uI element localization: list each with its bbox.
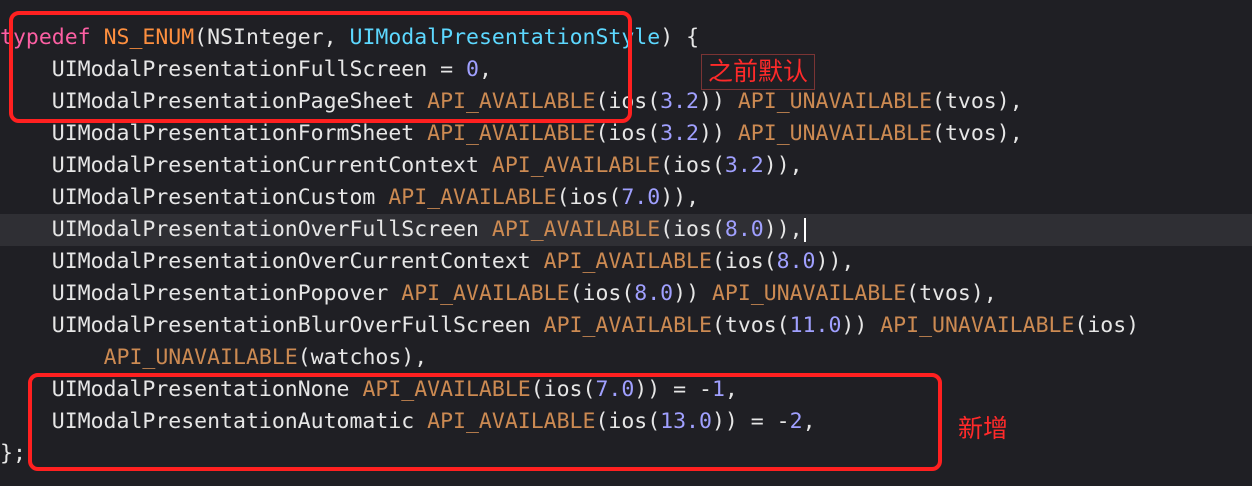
code-token-plain: UIModalPresentationOverFullScreen xyxy=(0,217,492,242)
code-token-plain: )) xyxy=(699,121,738,146)
code-token-plain: )), xyxy=(660,185,700,210)
code-token-plain: (tvos), xyxy=(932,121,1023,146)
code-token-num: 3.2 xyxy=(660,89,700,114)
code-token-plain: )) xyxy=(673,281,712,306)
code-token-num: 11.0 xyxy=(789,313,842,338)
code-token-plain: (tvos), xyxy=(932,89,1023,114)
code-token-avail: API_AVAILABLE xyxy=(491,153,661,178)
code-token-num: 8.0 xyxy=(724,217,764,242)
code-line[interactable]: UIModalPresentationOverCurrentContext AP… xyxy=(0,246,1252,278)
code-token-num: 3.2 xyxy=(660,121,700,146)
code-token-plain: (ios) xyxy=(1074,313,1140,338)
code-token-avail: API_AVAILABLE xyxy=(543,249,712,274)
code-token-plain: (ios( xyxy=(660,217,725,242)
code-token-plain: ) { xyxy=(660,25,700,50)
code-token-plain: }; xyxy=(0,441,26,466)
code-line[interactable]: UIModalPresentationCurrentContext API_AV… xyxy=(0,150,1252,182)
code-token-plain: UIModalPresentationBlurOverFullScreen xyxy=(0,313,544,338)
code-token-plain: )), xyxy=(763,153,803,178)
code-line[interactable]: UIModalPresentationPopover API_AVAILABLE… xyxy=(0,278,1252,310)
code-line[interactable]: UIModalPresentationBlurOverFullScreen AP… xyxy=(0,310,1252,342)
code-token-avail: API_AVAILABLE xyxy=(401,281,570,306)
code-token-plain: )), xyxy=(815,249,855,274)
code-token-plain: (ios( xyxy=(595,121,661,146)
code-token-plain: )) xyxy=(699,89,738,114)
code-token-num: 8.0 xyxy=(634,281,674,306)
code-token-plain: UIModalPresentationCurrentContext xyxy=(0,153,492,178)
code-token-plain: )), xyxy=(763,217,803,242)
code-token-avail: API_AVAILABLE xyxy=(388,185,557,210)
code-token-avail: API_UNAVAILABLE xyxy=(103,345,298,370)
text-caret xyxy=(803,218,806,242)
code-token-plain: (tvos( xyxy=(711,313,790,338)
code-token-plain: (ios( xyxy=(556,185,622,210)
annotation-previous-default: 之前默认 xyxy=(701,54,816,90)
code-token-plain: (ios( xyxy=(569,281,635,306)
code-token-avail: API_UNAVAILABLE xyxy=(737,121,933,146)
highlight-box-new xyxy=(28,373,942,471)
code-token-plain: (tvos), xyxy=(906,281,997,306)
code-token-plain: (ios( xyxy=(711,249,777,274)
annotation-newly-added: 新增 xyxy=(958,414,1009,443)
code-token-avail: API_AVAILABLE xyxy=(491,217,661,242)
code-token-plain: UIModalPresentationFormSheet xyxy=(0,121,428,146)
code-token-avail: API_UNAVAILABLE xyxy=(880,313,1075,338)
code-line[interactable]: API_UNAVAILABLE(watchos), xyxy=(0,342,1252,374)
code-token-avail: API_UNAVAILABLE xyxy=(711,281,907,306)
code-token-plain: (ios( xyxy=(660,153,725,178)
code-token-plain: )) xyxy=(841,313,881,338)
highlight-box-previous-default xyxy=(9,11,632,123)
code-token-num: 8.0 xyxy=(776,249,816,274)
code-token-num: 3.2 xyxy=(724,153,764,178)
code-token-avail: API_AVAILABLE xyxy=(543,313,712,338)
code-token-plain: UIModalPresentationCustom xyxy=(0,185,389,210)
code-token-plain: UIModalPresentationOverCurrentContext xyxy=(0,249,544,274)
code-token-plain: UIModalPresentationPopover xyxy=(0,281,402,306)
code-token-num: 7.0 xyxy=(621,185,661,210)
code-line[interactable]: UIModalPresentationOverFullScreen API_AV… xyxy=(0,214,1252,246)
code-token-avail: API_AVAILABLE xyxy=(427,121,596,146)
code-token-plain: (watchos), xyxy=(297,345,428,370)
code-line[interactable]: UIModalPresentationCustom API_AVAILABLE(… xyxy=(0,182,1252,214)
code-token-avail: API_UNAVAILABLE xyxy=(737,89,933,114)
